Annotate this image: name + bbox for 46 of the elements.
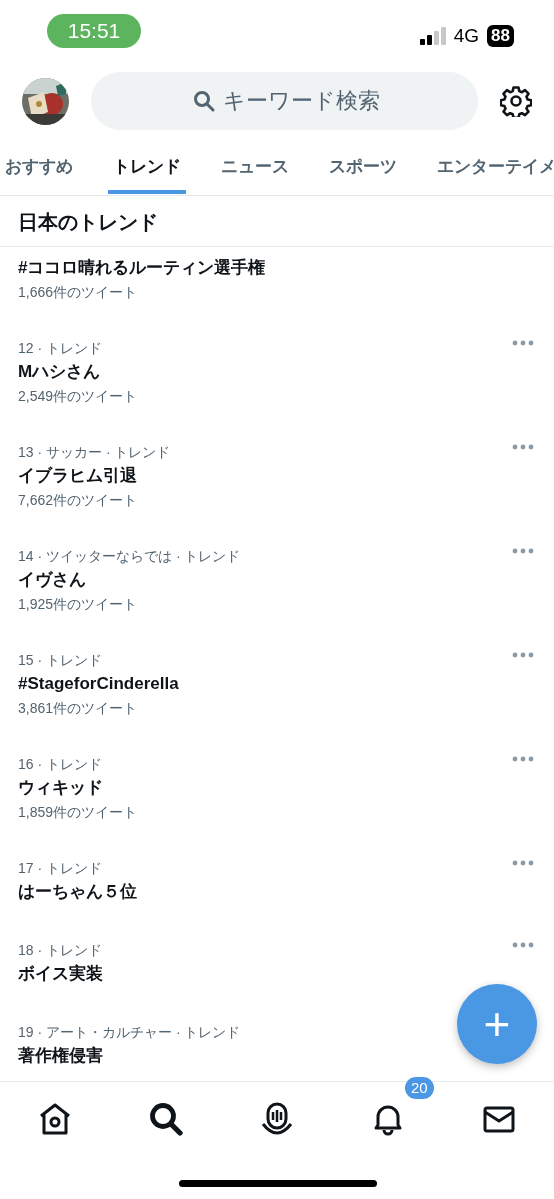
trend-name: Mハシさん xyxy=(18,361,101,383)
trend-category: 14 · ツイッターならでは · トレンド xyxy=(18,547,241,566)
settings-icon[interactable] xyxy=(500,85,532,117)
more-icon[interactable] xyxy=(512,756,534,762)
trend-name: ボイス実装 xyxy=(18,963,103,985)
network-label: 4G xyxy=(453,23,480,48)
tweet-count: 3,861件のツイート xyxy=(18,699,138,718)
trend-name: #StageforCinderella xyxy=(18,673,179,695)
nav-tab[interactable] xyxy=(147,1100,185,1138)
tweet-count: 1,666件のツイート xyxy=(18,283,138,302)
section-title: 日本のトレンド xyxy=(0,196,554,247)
tab[interactable]: トレンド xyxy=(108,134,186,194)
status-time: 15:51 xyxy=(47,14,141,48)
signal-icon xyxy=(419,27,446,45)
more-icon[interactable] xyxy=(512,652,534,658)
more-icon[interactable] xyxy=(512,444,534,450)
tweet-count: 7,662件のツイート xyxy=(18,491,138,510)
trend-name: ウィキッド xyxy=(18,777,103,799)
battery-level: 88 xyxy=(487,25,514,47)
trend-category: 16 · トレンド xyxy=(18,755,102,774)
tweet-count: 2,549件のツイート xyxy=(18,387,138,406)
tab[interactable]: おすすめ xyxy=(0,134,78,194)
trend-category: 18 · トレンド xyxy=(18,941,102,960)
trend-name: 著作権侵害 xyxy=(18,1045,103,1067)
more-icon[interactable] xyxy=(512,860,534,866)
tweet-count: 1,925件のツイート xyxy=(18,595,138,614)
notification-count: 20 xyxy=(405,1077,434,1099)
search-field[interactable]: キーワード検索 xyxy=(91,72,478,130)
tab[interactable]: スポーツ xyxy=(324,134,402,194)
tab[interactable]: ニュース xyxy=(216,134,294,194)
trend-name: はーちゃん５位 xyxy=(18,881,137,903)
trend-category: 15 · トレンド xyxy=(18,651,102,670)
more-icon[interactable] xyxy=(512,942,534,948)
search-icon xyxy=(147,1100,185,1138)
trend-category: 13 · サッカー · トレンド xyxy=(18,443,171,462)
tab[interactable]: エンターテイメ xyxy=(432,134,554,194)
trend-name: イヴさん xyxy=(18,569,86,591)
trend-name: イブラヒム引退 xyxy=(18,465,137,487)
trend-category: 19 · アート・カルチャー · トレンド xyxy=(18,1023,241,1042)
more-icon[interactable] xyxy=(512,340,534,346)
tweet-count: 1,859件のツイート xyxy=(18,803,138,822)
trend-name: #ココロ晴れるルーティン選手権 xyxy=(18,257,266,279)
trend-category: 12 · トレンド xyxy=(18,339,102,358)
more-icon[interactable] xyxy=(512,548,534,554)
trend-category: 17 · トレンド xyxy=(18,859,102,878)
compose-button[interactable]: + xyxy=(457,984,537,1064)
